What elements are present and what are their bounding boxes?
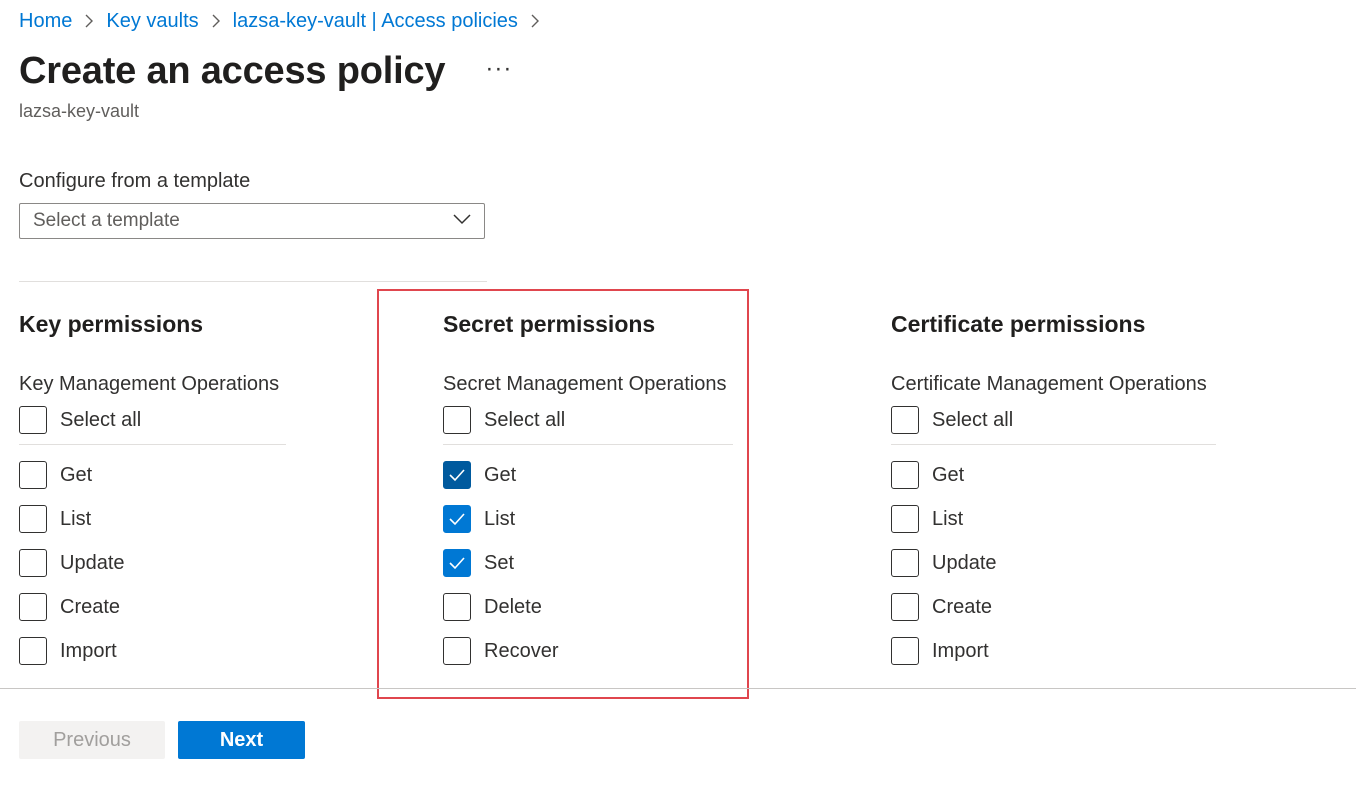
key-permissions-section: Key permissions Key Management Operation…: [19, 300, 286, 673]
certificate-operations-label: Certificate Management Operations: [891, 373, 1207, 395]
checkmark-icon: [449, 469, 465, 482]
checkmark-icon: [449, 557, 465, 570]
breadcrumb-access-policies[interactable]: lazsa-key-vault | Access policies: [233, 10, 518, 33]
title-row: Create an access policy ···: [19, 50, 512, 93]
breadcrumb: Home Key vaults lazsa-key-vault | Access…: [19, 8, 552, 34]
checkbox-box[interactable]: [891, 505, 919, 533]
key-get-checkbox[interactable]: Get: [19, 453, 286, 497]
divider: [19, 281, 487, 282]
checkbox-label: Get: [932, 463, 965, 486]
chevron-right-icon: [199, 10, 233, 33]
checkmark-icon: [449, 513, 465, 526]
secret-select-all-checkbox[interactable]: Select all: [443, 398, 733, 445]
secret-delete-checkbox[interactable]: Delete: [443, 585, 733, 629]
checkbox-label: List: [60, 507, 92, 530]
secret-recover-checkbox[interactable]: Recover: [443, 629, 733, 673]
key-create-checkbox[interactable]: Create: [19, 585, 286, 629]
checkbox-box[interactable]: [443, 505, 471, 533]
checkbox-label: Set: [484, 551, 515, 574]
checkbox-box[interactable]: [19, 461, 47, 489]
checkbox-box[interactable]: [891, 406, 919, 434]
page-title: Create an access policy: [19, 50, 446, 92]
checkbox-box[interactable]: [19, 406, 47, 434]
certificate-create-checkbox[interactable]: Create: [891, 585, 1216, 629]
checkbox-box[interactable]: [443, 406, 471, 434]
template-label: Configure from a template: [19, 170, 251, 192]
certificate-update-checkbox[interactable]: Update: [891, 541, 1216, 585]
checkbox-box[interactable]: [443, 593, 471, 621]
previous-button[interactable]: Previous: [19, 721, 165, 759]
key-operations-label: Key Management Operations: [19, 373, 280, 395]
chevron-down-icon: [452, 212, 472, 230]
certificate-import-checkbox[interactable]: Import: [891, 629, 1216, 673]
secret-set-checkbox[interactable]: Set: [443, 541, 733, 585]
checkbox-label: Update: [932, 551, 997, 574]
chevron-right-icon: [518, 10, 552, 33]
checkbox-box[interactable]: [19, 505, 47, 533]
template-dropdown-value: Select a template: [33, 210, 180, 231]
certificate-permissions-section: Certificate permissions Certificate Mana…: [891, 300, 1216, 673]
checkbox-box[interactable]: [891, 549, 919, 577]
checkbox-label: Create: [60, 595, 121, 618]
secret-permissions-title: Secret permissions: [443, 311, 656, 337]
footer-divider: [0, 688, 1356, 689]
checkbox-label: Select all: [484, 408, 566, 431]
secret-operations-label: Secret Management Operations: [443, 373, 727, 395]
chevron-right-icon: [72, 10, 106, 33]
checkbox-label: Create: [932, 595, 993, 618]
checkbox-box[interactable]: [891, 593, 919, 621]
checkbox-box[interactable]: [19, 593, 47, 621]
checkbox-box[interactable]: [443, 461, 471, 489]
checkbox-label: Import: [60, 639, 117, 662]
checkbox-label: Update: [60, 551, 125, 574]
secret-list-checkbox[interactable]: List: [443, 497, 733, 541]
checkbox-label: Get: [484, 463, 517, 486]
checkbox-label: Delete: [484, 595, 542, 618]
page-subtitle: lazsa-key-vault: [19, 101, 140, 121]
checkbox-label: Import: [932, 639, 989, 662]
certificate-permissions-title: Certificate permissions: [891, 311, 1146, 337]
more-options-icon[interactable]: ···: [485, 55, 512, 83]
checkbox-label: Get: [60, 463, 93, 486]
certificate-list-checkbox[interactable]: List: [891, 497, 1216, 541]
checkbox-label: List: [484, 507, 516, 530]
key-select-all-checkbox[interactable]: Select all: [19, 398, 286, 445]
certificate-select-all-checkbox[interactable]: Select all: [891, 398, 1216, 445]
checkbox-box[interactable]: [443, 637, 471, 665]
secret-get-checkbox[interactable]: Get: [443, 453, 733, 497]
checkbox-label: Select all: [932, 408, 1014, 431]
next-button[interactable]: Next: [178, 721, 305, 759]
breadcrumb-home[interactable]: Home: [19, 10, 72, 33]
key-permissions-title: Key permissions: [19, 311, 204, 337]
secret-permissions-section: Secret permissions Secret Management Ope…: [443, 300, 733, 673]
template-dropdown[interactable]: Select a template: [19, 203, 485, 239]
certificate-get-checkbox[interactable]: Get: [891, 453, 1216, 497]
breadcrumb-key-vaults[interactable]: Key vaults: [106, 10, 198, 33]
checkbox-label: Select all: [60, 408, 142, 431]
key-list-checkbox[interactable]: List: [19, 497, 286, 541]
checkbox-box[interactable]: [19, 637, 47, 665]
checkbox-label: List: [932, 507, 964, 530]
checkbox-box[interactable]: [891, 461, 919, 489]
checkbox-box[interactable]: [443, 549, 471, 577]
key-import-checkbox[interactable]: Import: [19, 629, 286, 673]
checkbox-box[interactable]: [891, 637, 919, 665]
checkbox-label: Recover: [484, 639, 559, 662]
key-update-checkbox[interactable]: Update: [19, 541, 286, 585]
checkbox-box[interactable]: [19, 549, 47, 577]
